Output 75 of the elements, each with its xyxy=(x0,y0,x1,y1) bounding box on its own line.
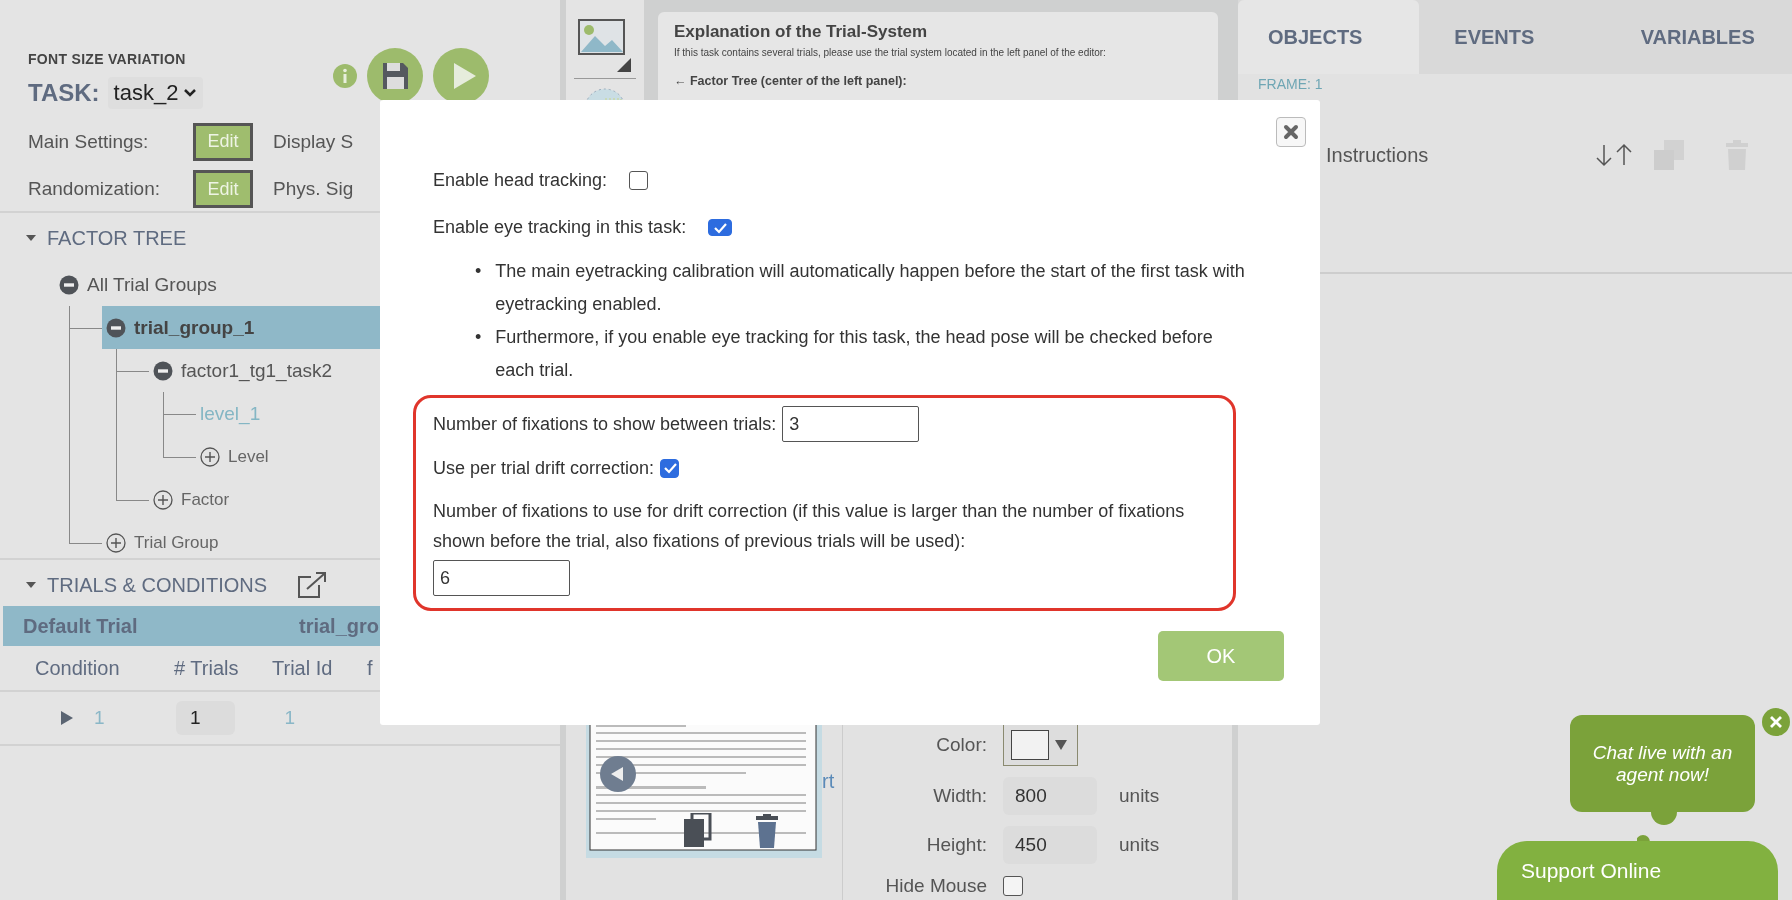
close-icon[interactable] xyxy=(1283,124,1299,140)
close-icon[interactable] xyxy=(1762,708,1790,736)
table-cell: 1 xyxy=(284,707,296,729)
column-header: # Trials xyxy=(174,656,240,680)
explanation-text: If this task contains several trials, please use the trial system located in the left panel of the editor: xyxy=(674,47,1107,58)
table-cell-text: 1 xyxy=(94,707,106,729)
back-button-icon[interactable] xyxy=(600,756,636,792)
property-label: Color: xyxy=(935,733,988,756)
bullet: • xyxy=(475,326,482,349)
side-text: rt xyxy=(822,770,836,794)
property-label: Height: xyxy=(925,833,988,856)
field-label: Number of fixations to show between trials: xyxy=(433,413,777,435)
column-header: Condition xyxy=(35,656,121,680)
input-field[interactable]: 6 xyxy=(433,560,570,596)
object-item[interactable]: Instructions xyxy=(1326,143,1594,167)
input-field[interactable]: 3 xyxy=(782,406,920,442)
minus-circle-icon[interactable] xyxy=(106,317,126,338)
trial-group-label: trial_gro xyxy=(299,614,380,638)
chat-bubble[interactable]: Chat live with an agent now! xyxy=(1570,715,1755,812)
tree-item[interactable]: All Trial Groups xyxy=(55,263,223,306)
tab[interactable]: OBJECTS xyxy=(1238,0,1420,74)
default-trial-label: Default Trial xyxy=(23,614,139,638)
column-header: f xyxy=(367,656,373,680)
dropdown-arrow-icon[interactable] xyxy=(1055,739,1067,750)
plus-circle-icon[interactable] xyxy=(106,532,126,553)
property-label: Width: xyxy=(932,784,988,807)
width-input[interactable]: 800 xyxy=(1003,776,1097,815)
section-title: TRIALS & CONDITIONS xyxy=(47,573,268,597)
option-label: Enable head tracking: xyxy=(433,170,608,191)
copy-icon[interactable] xyxy=(684,813,712,847)
tree-item[interactable]: factor1_tg1_task2 xyxy=(149,349,339,392)
property-label: Hide Mouse xyxy=(884,874,988,897)
support-button[interactable]: Support Online xyxy=(1497,841,1778,900)
tree-item[interactable]: Factor xyxy=(149,478,236,521)
minus-circle-icon[interactable] xyxy=(59,274,79,295)
image-icon[interactable] xyxy=(577,18,633,72)
close-button[interactable] xyxy=(1276,117,1306,147)
height-input[interactable]: 450 xyxy=(1003,825,1097,864)
unit-label: units xyxy=(1118,784,1161,807)
settings-label: Display S xyxy=(273,130,354,153)
bullet: • xyxy=(475,260,482,283)
tree-item[interactable]: Level xyxy=(196,435,275,478)
checkbox[interactable] xyxy=(708,219,733,236)
check-icon[interactable] xyxy=(713,221,728,234)
color-picker[interactable] xyxy=(1003,723,1078,766)
settings-label: Randomization: xyxy=(28,178,161,201)
hide-mouse-checkbox[interactable] xyxy=(1003,875,1023,896)
tree-item[interactable]: Trial Group xyxy=(102,521,225,564)
up-arrow-icon[interactable] xyxy=(1614,143,1634,167)
export-icon[interactable] xyxy=(297,571,328,599)
study-title: FONT SIZE VARIATION xyxy=(28,51,187,67)
minus-circle-icon[interactable] xyxy=(153,360,173,381)
settings-label: Phys. Sig xyxy=(273,178,354,201)
caret-icon[interactable] xyxy=(25,580,37,590)
unit-label: units xyxy=(1118,833,1161,856)
field-label: Use per trial drift correction: xyxy=(433,457,655,479)
explanation-title: Explanation of the Trial-System xyxy=(674,22,929,42)
task-select[interactable]: task_2 xyxy=(107,76,204,109)
section-title: FACTOR TREE xyxy=(47,226,187,250)
plus-circle-icon[interactable] xyxy=(200,446,220,467)
play-icon[interactable] xyxy=(60,710,74,726)
checkbox[interactable] xyxy=(629,171,649,190)
column-header: Trial Id xyxy=(272,656,334,680)
option-label: Enable eye tracking in this task: xyxy=(433,217,687,238)
task-label: TASK: xyxy=(28,78,100,107)
explanation-heading: ← Factor Tree (center of the left panel): xyxy=(674,74,908,88)
field-label: Number of fixations to use for drift correction (if this value is larger than the number of fixations shown before the trial, also fixations of previous trials will be used): xyxy=(433,500,1186,553)
trash-icon[interactable] xyxy=(756,814,778,848)
chevron-icon[interactable] xyxy=(183,87,198,98)
plus-circle-icon[interactable] xyxy=(153,489,173,510)
settings-label: Main Settings: xyxy=(28,130,149,153)
frame-label: FRAME: 1 xyxy=(1258,76,1324,92)
caret-icon[interactable] xyxy=(25,233,37,243)
trials-input[interactable]: 1 xyxy=(176,701,235,735)
down-arrow-icon[interactable] xyxy=(1594,143,1614,167)
